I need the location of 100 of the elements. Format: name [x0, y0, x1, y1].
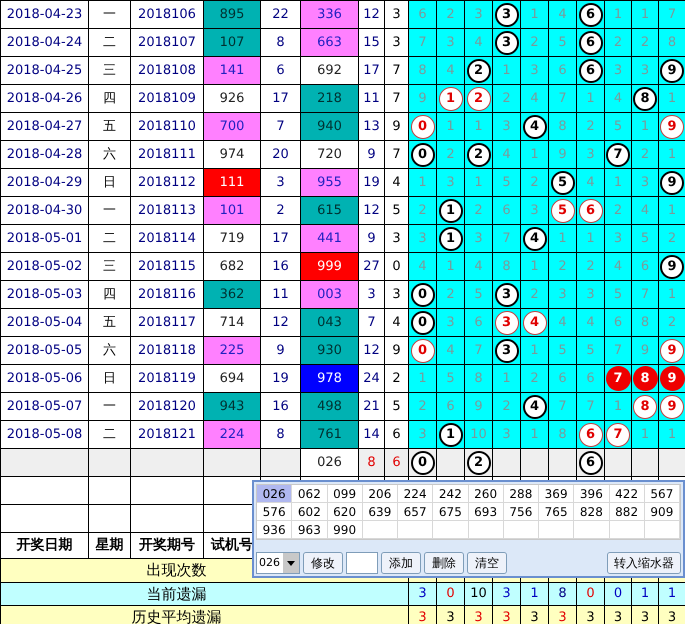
number-list-item[interactable]: 620 — [328, 503, 363, 521]
number-list-item[interactable]: 936 — [257, 521, 292, 539]
toolbar-button[interactable]: 修改 — [303, 552, 343, 574]
number-list-item[interactable]: 369 — [539, 485, 574, 503]
digit-text: 7 — [558, 398, 567, 414]
toolbar-button[interactable]: 清空 — [467, 552, 507, 574]
digit-text: 8 — [558, 118, 567, 134]
digit-text: 6 — [558, 62, 567, 78]
number-list-item[interactable]: 099 — [328, 485, 363, 503]
stat-value: 3 — [408, 582, 436, 606]
digit-text: 2 — [446, 286, 455, 302]
digit-text: 1 — [474, 118, 483, 134]
digit-text: 1 — [640, 426, 650, 442]
digit-text: 4 — [418, 258, 427, 274]
value-cell: 21 — [358, 392, 384, 420]
weekday-cell: 四 — [88, 280, 130, 308]
digit-text: 2 — [586, 258, 595, 274]
digit-text: 1 — [418, 174, 427, 190]
number-list-item[interactable]: 224 — [398, 485, 434, 503]
digit-text: 5 — [558, 34, 567, 50]
number-list-item[interactable]: 765 — [539, 503, 574, 521]
digit-text: 3 — [614, 62, 622, 78]
digit-text: 3 — [474, 6, 483, 22]
digit-text: 1 — [668, 90, 676, 106]
digit-text: 2 — [614, 34, 622, 50]
digit-text: 6 — [446, 398, 455, 414]
number-list-item[interactable]: 882 — [610, 503, 645, 521]
digit-text: 3 — [474, 230, 483, 246]
number-list-item[interactable]: 206 — [362, 485, 398, 503]
number-list-item[interactable]: 288 — [504, 485, 539, 503]
digit-text: 3 — [586, 146, 595, 162]
digit-text: 1 — [614, 174, 622, 190]
digit-text: 4 — [640, 202, 650, 218]
draw-number-cell: 940 — [300, 112, 358, 140]
empty-list-cell — [398, 521, 434, 539]
stat-value: 10 — [464, 582, 492, 606]
number-input[interactable] — [346, 552, 378, 574]
number-list-item[interactable]: 242 — [433, 485, 468, 503]
digit-text: 6 — [640, 258, 650, 274]
draw-number-cell: 615 — [300, 196, 358, 224]
issue-cell: 2018106 — [130, 0, 204, 28]
digit-text: 1 — [558, 230, 567, 246]
digit-text: 4 — [586, 174, 595, 190]
number-list-item[interactable]: 396 — [574, 485, 610, 503]
number-list-item[interactable]: 062 — [292, 485, 328, 503]
draw-number-cell: 218 — [300, 84, 358, 112]
stat-value: 3 — [492, 582, 520, 606]
number-list-item[interactable]: 963 — [292, 521, 328, 539]
number-list-item[interactable]: 756 — [504, 503, 539, 521]
trial-number-cell: 895 — [204, 0, 260, 28]
number-dropdown[interactable]: 026 — [256, 552, 300, 574]
digit-text: 1 — [614, 6, 622, 22]
stat-value: 0 — [436, 582, 464, 606]
date-cell: 2018-04-23 — [0, 0, 88, 28]
toolbar-button[interactable]: 删除 — [424, 552, 464, 574]
trial-number-cell: 224 — [204, 420, 260, 448]
stat-value: 1 — [520, 582, 548, 606]
toolbar-button[interactable]: 添加 — [381, 552, 421, 574]
value-cell: 19 — [358, 168, 384, 196]
digit-text: 2 — [530, 286, 539, 302]
number-list-item[interactable]: 675 — [433, 503, 468, 521]
digit-text: 1 — [640, 6, 650, 22]
value-cell: 15 — [358, 28, 384, 56]
digit-text: 1 — [530, 426, 539, 442]
stat-value: 3 — [576, 606, 604, 624]
digit-text: 2 — [530, 174, 539, 190]
digit-text: 2 — [640, 146, 650, 162]
number-list-item[interactable]: 567 — [644, 485, 680, 503]
digit-text: 3 — [446, 314, 455, 330]
digit-text: 1 — [530, 258, 539, 274]
number-list-item[interactable]: 026 — [257, 485, 292, 503]
digit-text: 2 — [446, 146, 455, 162]
value-cell: 7 — [358, 308, 384, 336]
value-cell: 11 — [358, 84, 384, 112]
transfer-button[interactable]: 转入缩水器 — [607, 552, 681, 574]
number-list-item[interactable]: 576 — [257, 503, 292, 521]
number-list-item[interactable]: 602 — [292, 503, 328, 521]
digit-text: 5 — [640, 230, 650, 246]
digit-text: 4 — [586, 314, 595, 330]
number-list-item[interactable]: 657 — [398, 503, 434, 521]
digit-text: 2 — [502, 398, 511, 414]
number-list-item[interactable]: 990 — [328, 521, 363, 539]
digit-text: 1 — [502, 62, 511, 78]
digit-text: 4 — [446, 342, 455, 358]
digit-text: 9 — [474, 398, 483, 414]
number-list-item[interactable]: 828 — [574, 503, 610, 521]
number-list-item[interactable]: 639 — [362, 503, 398, 521]
empty-list-cell — [610, 521, 645, 539]
number-list-item[interactable]: 260 — [468, 485, 504, 503]
digit-text: 2 — [502, 90, 511, 106]
number-list-item[interactable]: 422 — [610, 485, 645, 503]
digit-text: 1 — [530, 6, 539, 22]
weekday-cell: 一 — [88, 196, 130, 224]
digit-text: 9 — [418, 90, 427, 106]
stat-value: 3 — [408, 606, 436, 624]
digit-text: 3 — [614, 230, 622, 246]
empty-list-cell — [644, 521, 680, 539]
number-list-item[interactable]: 693 — [468, 503, 504, 521]
number-list-item[interactable]: 909 — [644, 503, 680, 521]
trial-number-cell: 926 — [204, 84, 260, 112]
